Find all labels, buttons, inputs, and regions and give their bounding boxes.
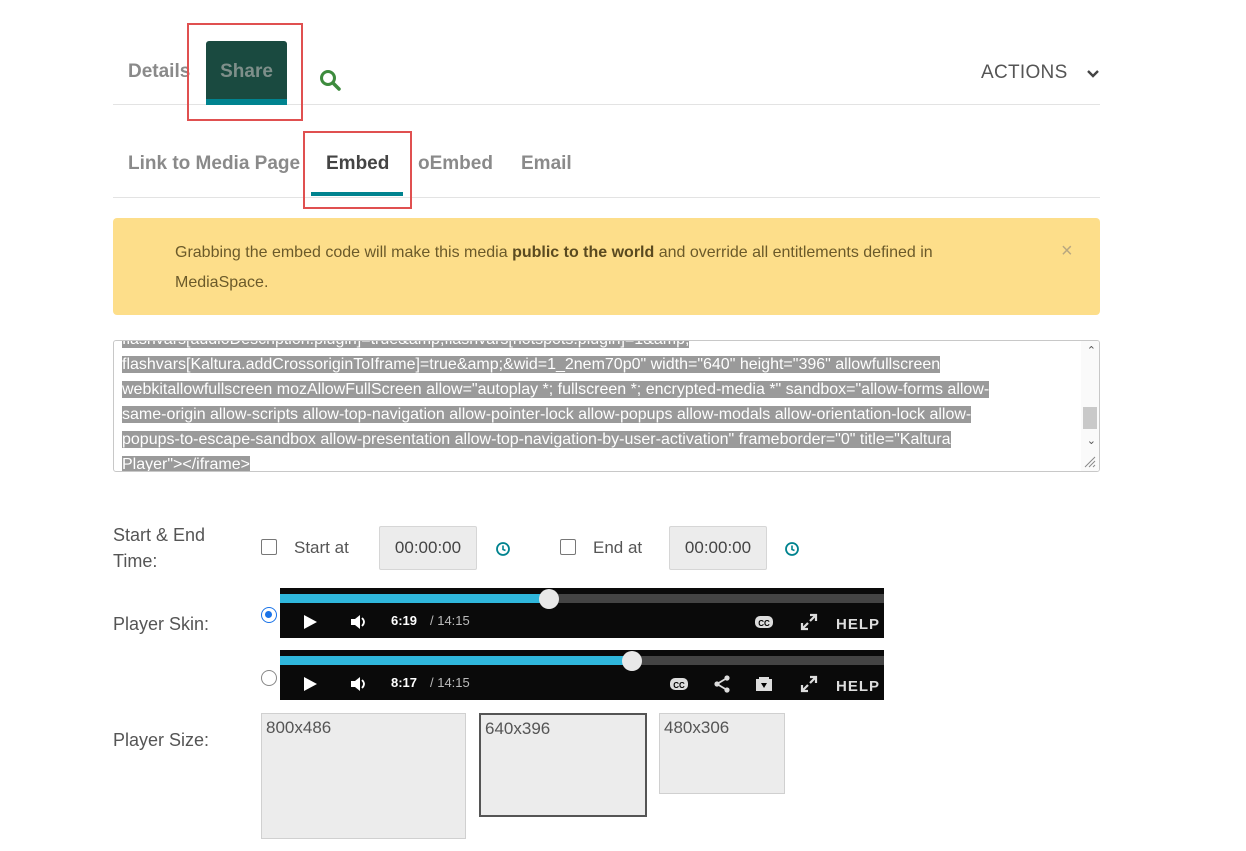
download-icon xyxy=(756,677,772,691)
subtab-divider xyxy=(113,197,1100,198)
volume-icon xyxy=(351,677,365,691)
alert-message: Grabbing the embed code will make this m… xyxy=(175,244,933,291)
chevron-down-icon[interactable] xyxy=(1086,68,1100,80)
current-time: 8:17 xyxy=(391,675,418,690)
volume-icon xyxy=(351,615,365,629)
close-icon[interactable]: × xyxy=(1061,240,1073,263)
help-label: HELP xyxy=(836,616,881,633)
duration: / 14:15 xyxy=(430,675,470,690)
duration: / 14:15 xyxy=(430,613,470,628)
embed-code-text: flashvars[audioDescription.plugin]=true&… xyxy=(122,341,1072,471)
fullscreen-icon xyxy=(800,613,818,631)
textarea-scrollbar[interactable]: ⌃ ⌄ xyxy=(1081,341,1099,471)
subtab-link-to-media-page[interactable]: Link to Media Page xyxy=(128,153,300,175)
highlight-box-share xyxy=(187,23,303,121)
subtab-oembed[interactable]: oEmbed xyxy=(418,153,493,175)
scrollbar-thumb[interactable] xyxy=(1083,407,1097,429)
share-icon xyxy=(714,675,730,693)
start-at-label: Start at xyxy=(294,538,349,557)
skin-option-2-radio[interactable] xyxy=(261,670,277,686)
start-at-checkbox[interactable] xyxy=(261,539,277,555)
size-option-480x306[interactable]: 480x306 xyxy=(659,713,785,794)
clock-icon[interactable] xyxy=(495,541,511,557)
seek-knob xyxy=(538,589,559,609)
player-skin-preview-2[interactable]: 8:17 / 14:15 CC HELP xyxy=(280,650,884,700)
player-size-label: Player Size: xyxy=(113,730,210,750)
resize-handle-icon[interactable] xyxy=(1084,456,1096,468)
scroll-up-arrow-icon[interactable]: ⌃ xyxy=(1087,344,1096,357)
start-time-field[interactable]: 00:00:00 xyxy=(379,526,477,570)
closed-captions-icon: CC xyxy=(755,616,773,628)
player-skin-preview-1[interactable]: 6:19 / 14:15 CC HELP xyxy=(280,588,884,638)
search-icon[interactable] xyxy=(318,68,342,92)
closed-captions-icon: CC xyxy=(670,678,688,690)
scroll-down-arrow-icon[interactable]: ⌄ xyxy=(1087,434,1096,447)
play-icon xyxy=(304,615,317,629)
end-at-checkbox[interactable] xyxy=(560,539,576,555)
svg-text:CC: CC xyxy=(758,619,770,628)
help-label: HELP xyxy=(836,678,881,695)
current-time: 6:19 xyxy=(391,613,418,628)
clock-icon[interactable] xyxy=(784,541,800,557)
highlight-box-embed xyxy=(303,131,412,209)
alert-emphasis: public to the world xyxy=(512,244,655,261)
play-icon xyxy=(304,677,317,691)
seek-knob xyxy=(621,651,642,671)
player-skin-label: Player Skin: xyxy=(113,614,210,634)
tab-details[interactable]: Details xyxy=(128,61,190,83)
end-at-label: End at xyxy=(593,538,643,557)
fullscreen-icon xyxy=(800,675,818,693)
svg-text:CC: CC xyxy=(673,681,685,690)
subtab-email[interactable]: Email xyxy=(521,153,572,175)
embed-code-textarea[interactable]: flashvars[audioDescription.plugin]=true&… xyxy=(113,340,1100,472)
seek-progress xyxy=(280,594,549,603)
seek-progress xyxy=(280,656,632,665)
skin-option-1-radio[interactable] xyxy=(261,607,277,623)
actions-menu-button[interactable]: ACTIONS xyxy=(981,62,1068,84)
size-option-800x486[interactable]: 800x486 xyxy=(261,713,466,839)
size-option-640x396[interactable]: 640x396 xyxy=(479,713,647,817)
start-end-time-label: Start & End Time: xyxy=(113,525,206,571)
end-time-field[interactable]: 00:00:00 xyxy=(669,526,767,570)
